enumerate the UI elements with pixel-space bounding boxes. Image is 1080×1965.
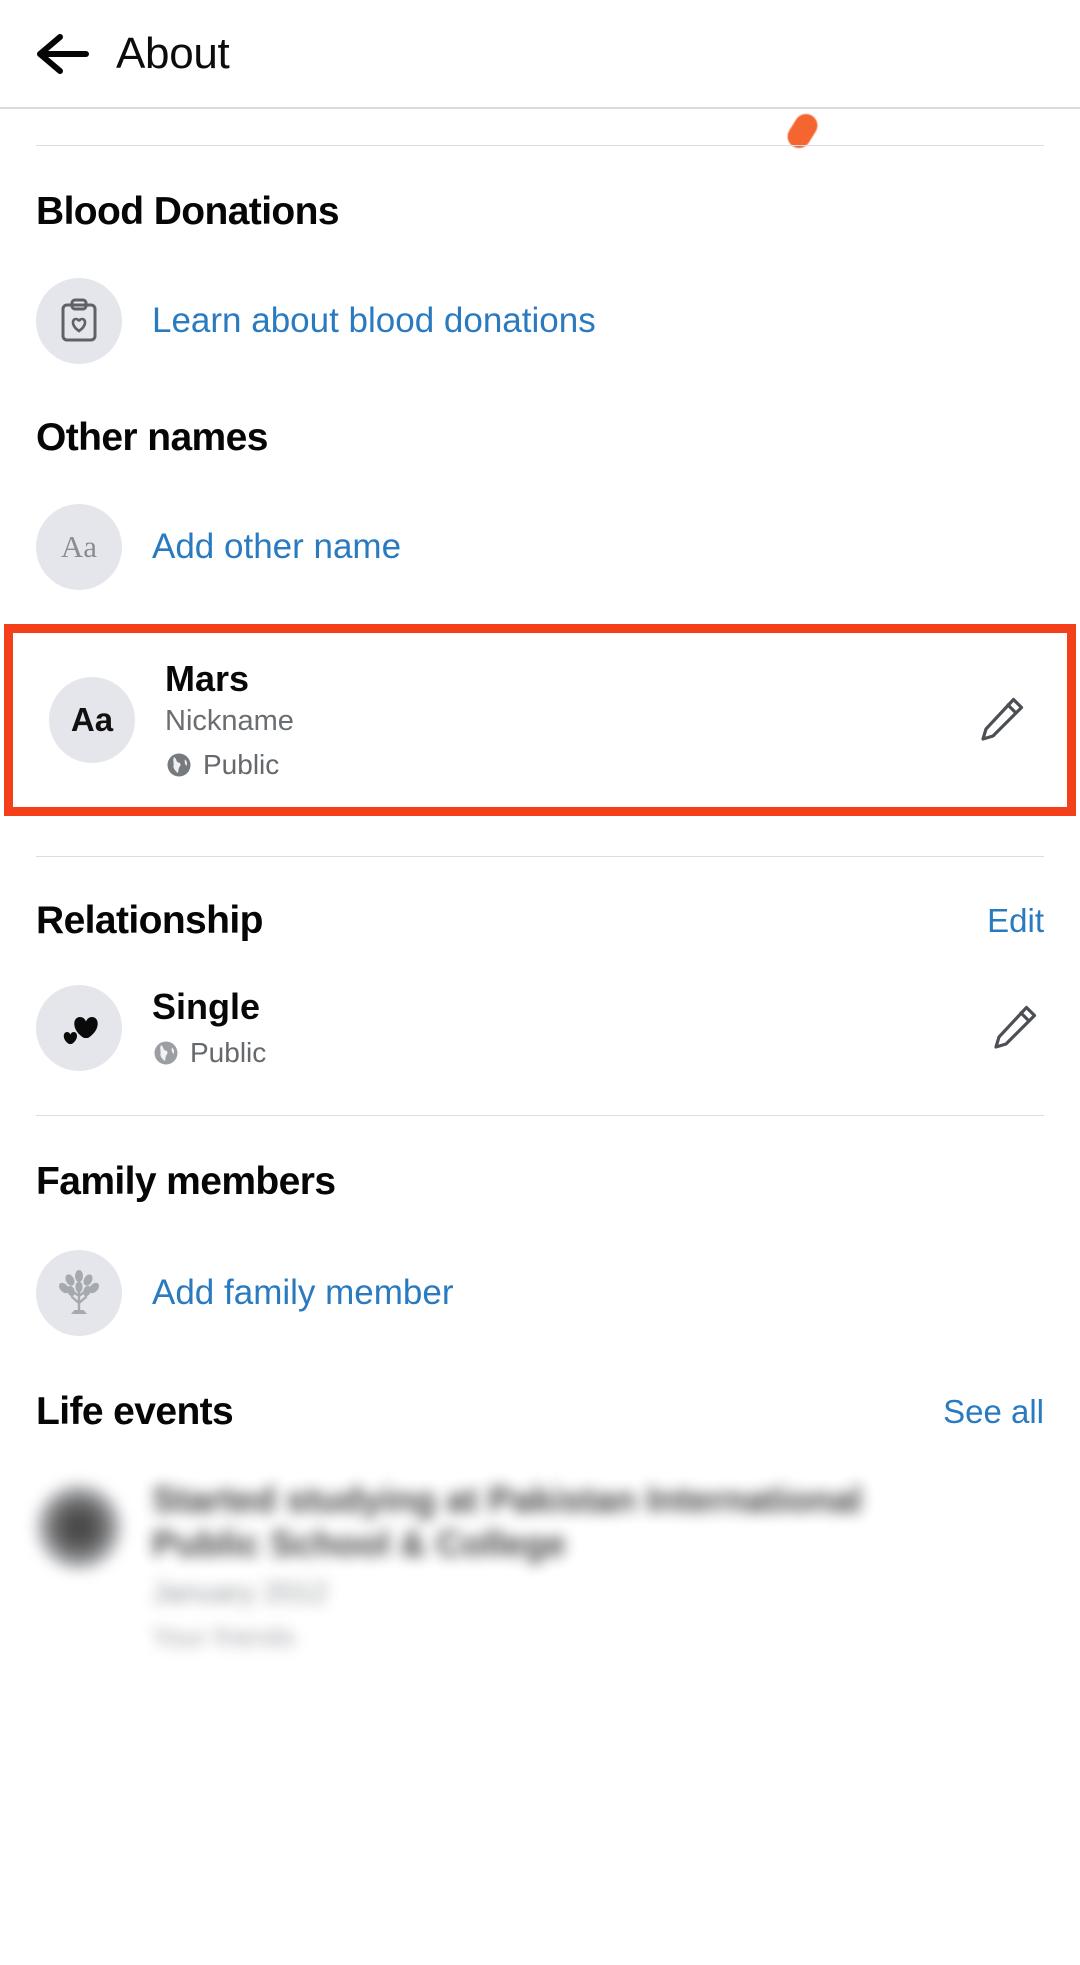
- other-name-privacy-label: Public: [203, 748, 280, 780]
- app-header: About: [0, 0, 1080, 109]
- other-name-entry-text: Mars Nickname Public: [165, 658, 971, 781]
- pencil-icon[interactable]: [984, 998, 1044, 1058]
- relationship-section-head: Relationship Edit: [0, 899, 1080, 943]
- about-content: Blood Donations Learn about blood donati…: [0, 145, 1080, 1653]
- life-event-title: Started studying at Pakistan Internation…: [152, 1478, 863, 1564]
- other-name-value: Mars: [165, 658, 250, 699]
- pencil-icon[interactable]: [971, 690, 1031, 750]
- section-title-blood-donations: Blood Donations: [36, 190, 340, 233]
- about-screen: About Blood Donations Learn about blood …: [0, 0, 1080, 1965]
- blood-donation-clipboard-icon: [36, 278, 122, 364]
- highlight-annotation-box: Aa Mars Nickname Public: [4, 624, 1076, 816]
- section-title-relationship: Relationship: [36, 898, 263, 942]
- globe-icon: [167, 753, 191, 777]
- section-title-family-members: Family members: [36, 1159, 336, 1203]
- blood-donations-link-label: Learn about blood donations: [152, 301, 596, 340]
- life-events-section-head: Life events See all: [0, 1390, 1080, 1434]
- blood-donations-link-row[interactable]: Learn about blood donations: [0, 278, 1080, 364]
- other-name-entry-row[interactable]: Aa Mars Nickname Public: [13, 633, 1067, 807]
- aa-glyph: Aa: [70, 700, 114, 738]
- other-name-type: Nickname: [165, 705, 294, 738]
- life-events-entry-row[interactable]: Started studying at Pakistan Internation…: [0, 1478, 1080, 1654]
- add-family-member-row[interactable]: Add family member: [0, 1249, 1080, 1336]
- add-other-name-label: Add other name: [152, 527, 402, 566]
- add-other-name-row[interactable]: Aa Add other name: [0, 504, 1080, 590]
- aa-glyph: Aa: [60, 529, 98, 564]
- life-event-text: Started studying at Pakistan Internation…: [152, 1478, 872, 1654]
- relationship-edit-button[interactable]: Edit: [987, 902, 1044, 940]
- aa-text-icon: Aa: [49, 676, 135, 763]
- section-title-other-names: Other names: [36, 416, 268, 459]
- hearts-icon: [36, 984, 122, 1071]
- life-event-privacy: Your friends: [152, 1622, 296, 1653]
- section-title-life-events: Life events: [36, 1389, 234, 1433]
- family-tree-icon: [36, 1249, 122, 1336]
- life-event-avatar: [36, 1483, 122, 1570]
- relationship-entry-row[interactable]: Single Public: [0, 984, 1080, 1071]
- life-event-date: January 2012: [152, 1577, 328, 1610]
- add-family-member-label: Add family member: [152, 1272, 454, 1312]
- back-arrow-icon[interactable]: [36, 27, 90, 81]
- page-title: About: [116, 28, 230, 78]
- aa-text-icon: Aa: [36, 504, 122, 590]
- globe-icon: [154, 1041, 178, 1065]
- relationship-entry-text: Single Public: [152, 985, 984, 1069]
- relationship-status: Single: [152, 985, 261, 1027]
- life-events-see-all-button[interactable]: See all: [943, 1393, 1044, 1431]
- other-name-privacy: Public: [165, 749, 971, 781]
- relationship-privacy-label: Public: [190, 1036, 267, 1068]
- relationship-privacy: Public: [152, 1037, 984, 1069]
